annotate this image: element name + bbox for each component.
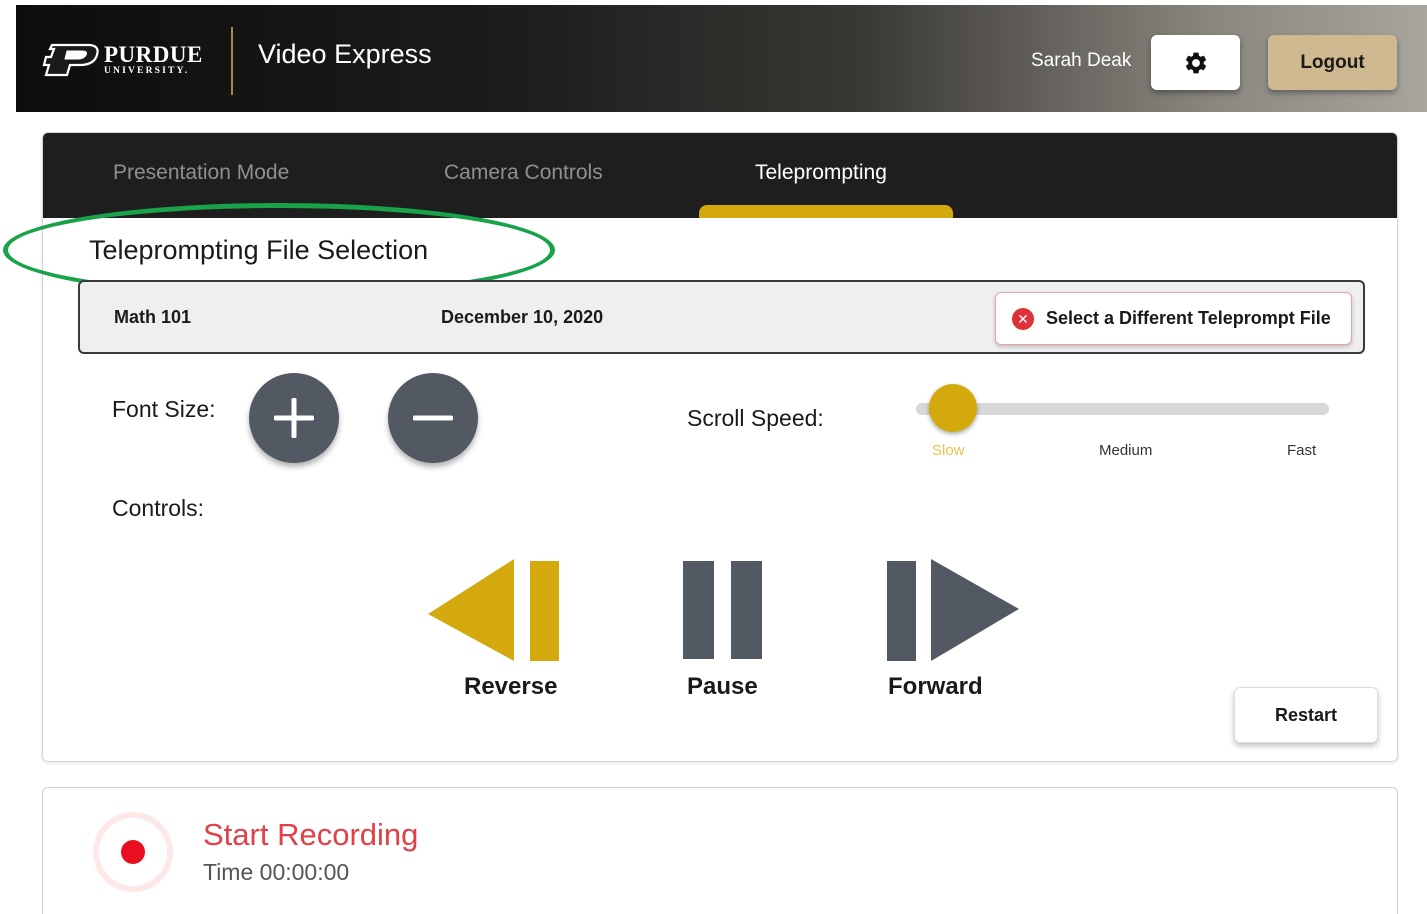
- controls-label: Controls:: [112, 495, 205, 521]
- font-size-label: Font Size:: [112, 396, 216, 422]
- purdue-logo: PURDUE UNIVERSITY.: [42, 40, 203, 80]
- scroll-speed-slider[interactable]: [916, 403, 1329, 415]
- recording-time: Time 00:00:00: [203, 859, 350, 885]
- forward-button[interactable]: [885, 557, 1025, 670]
- scroll-speed-slider-thumb[interactable]: [929, 384, 977, 432]
- minus-icon: [413, 415, 453, 421]
- recording-panel: Start Recording Time 00:00:00: [42, 787, 1398, 914]
- gear-icon: [1185, 52, 1206, 73]
- settings-button[interactable]: [1151, 35, 1240, 90]
- pause-icon: [683, 561, 762, 659]
- speed-option-slow[interactable]: Slow: [932, 442, 965, 459]
- file-name: Math 101: [114, 307, 192, 327]
- header-divider: [231, 27, 233, 95]
- speed-option-fast[interactable]: Fast: [1287, 442, 1316, 459]
- logo-subtext: UNIVERSITY.: [104, 66, 190, 76]
- active-tab-indicator: [699, 205, 953, 218]
- font-increase-button[interactable]: [249, 373, 339, 463]
- record-icon: [121, 840, 145, 864]
- mode-tabs: Presentation Mode Camera Controls Telepr…: [43, 133, 1397, 218]
- file-date: December 10, 2020: [441, 307, 604, 327]
- close-circle-icon: ✕: [1012, 307, 1034, 330]
- logo-wordmark: PURDUE: [104, 42, 203, 67]
- app-title: Video Express: [258, 39, 432, 69]
- reverse-button[interactable]: [424, 557, 564, 670]
- pause-button[interactable]: [681, 559, 767, 668]
- selected-file-row: Math 101 December 10, 2020 ✕ Select a Di…: [78, 280, 1365, 354]
- plus-icon: [274, 398, 314, 438]
- reverse-label[interactable]: Reverse: [464, 673, 557, 701]
- tab-camera-controls[interactable]: Camera Controls: [444, 161, 603, 185]
- record-button[interactable]: [99, 818, 167, 886]
- speed-option-medium[interactable]: Medium: [1099, 442, 1152, 459]
- select-file-label: Select a Different Teleprompt File: [1046, 308, 1331, 328]
- scroll-speed-label: Scroll Speed:: [687, 405, 824, 431]
- file-selection-heading: Teleprompting File Selection: [89, 235, 429, 265]
- forward-label[interactable]: Forward: [888, 673, 983, 701]
- pause-label[interactable]: Pause: [687, 673, 758, 701]
- forward-icon: [887, 559, 1019, 661]
- reverse-icon: [428, 559, 559, 661]
- restart-button[interactable]: Restart: [1234, 687, 1378, 743]
- logout-button[interactable]: Logout: [1268, 35, 1397, 90]
- user-name: Sarah Deak: [1031, 50, 1132, 71]
- font-decrease-button[interactable]: [388, 373, 478, 463]
- tab-teleprompting[interactable]: Teleprompting: [755, 161, 887, 185]
- purdue-p-icon: [42, 43, 99, 77]
- start-recording-label[interactable]: Start Recording: [203, 817, 418, 853]
- teleprompt-panel: Presentation Mode Camera Controls Telepr…: [3, 132, 1398, 762]
- select-different-file-button[interactable]: ✕ Select a Different Teleprompt File: [995, 292, 1352, 345]
- app-header: PURDUE UNIVERSITY. Video Express Sarah D…: [16, 5, 1427, 112]
- tab-presentation-mode[interactable]: Presentation Mode: [113, 161, 289, 185]
